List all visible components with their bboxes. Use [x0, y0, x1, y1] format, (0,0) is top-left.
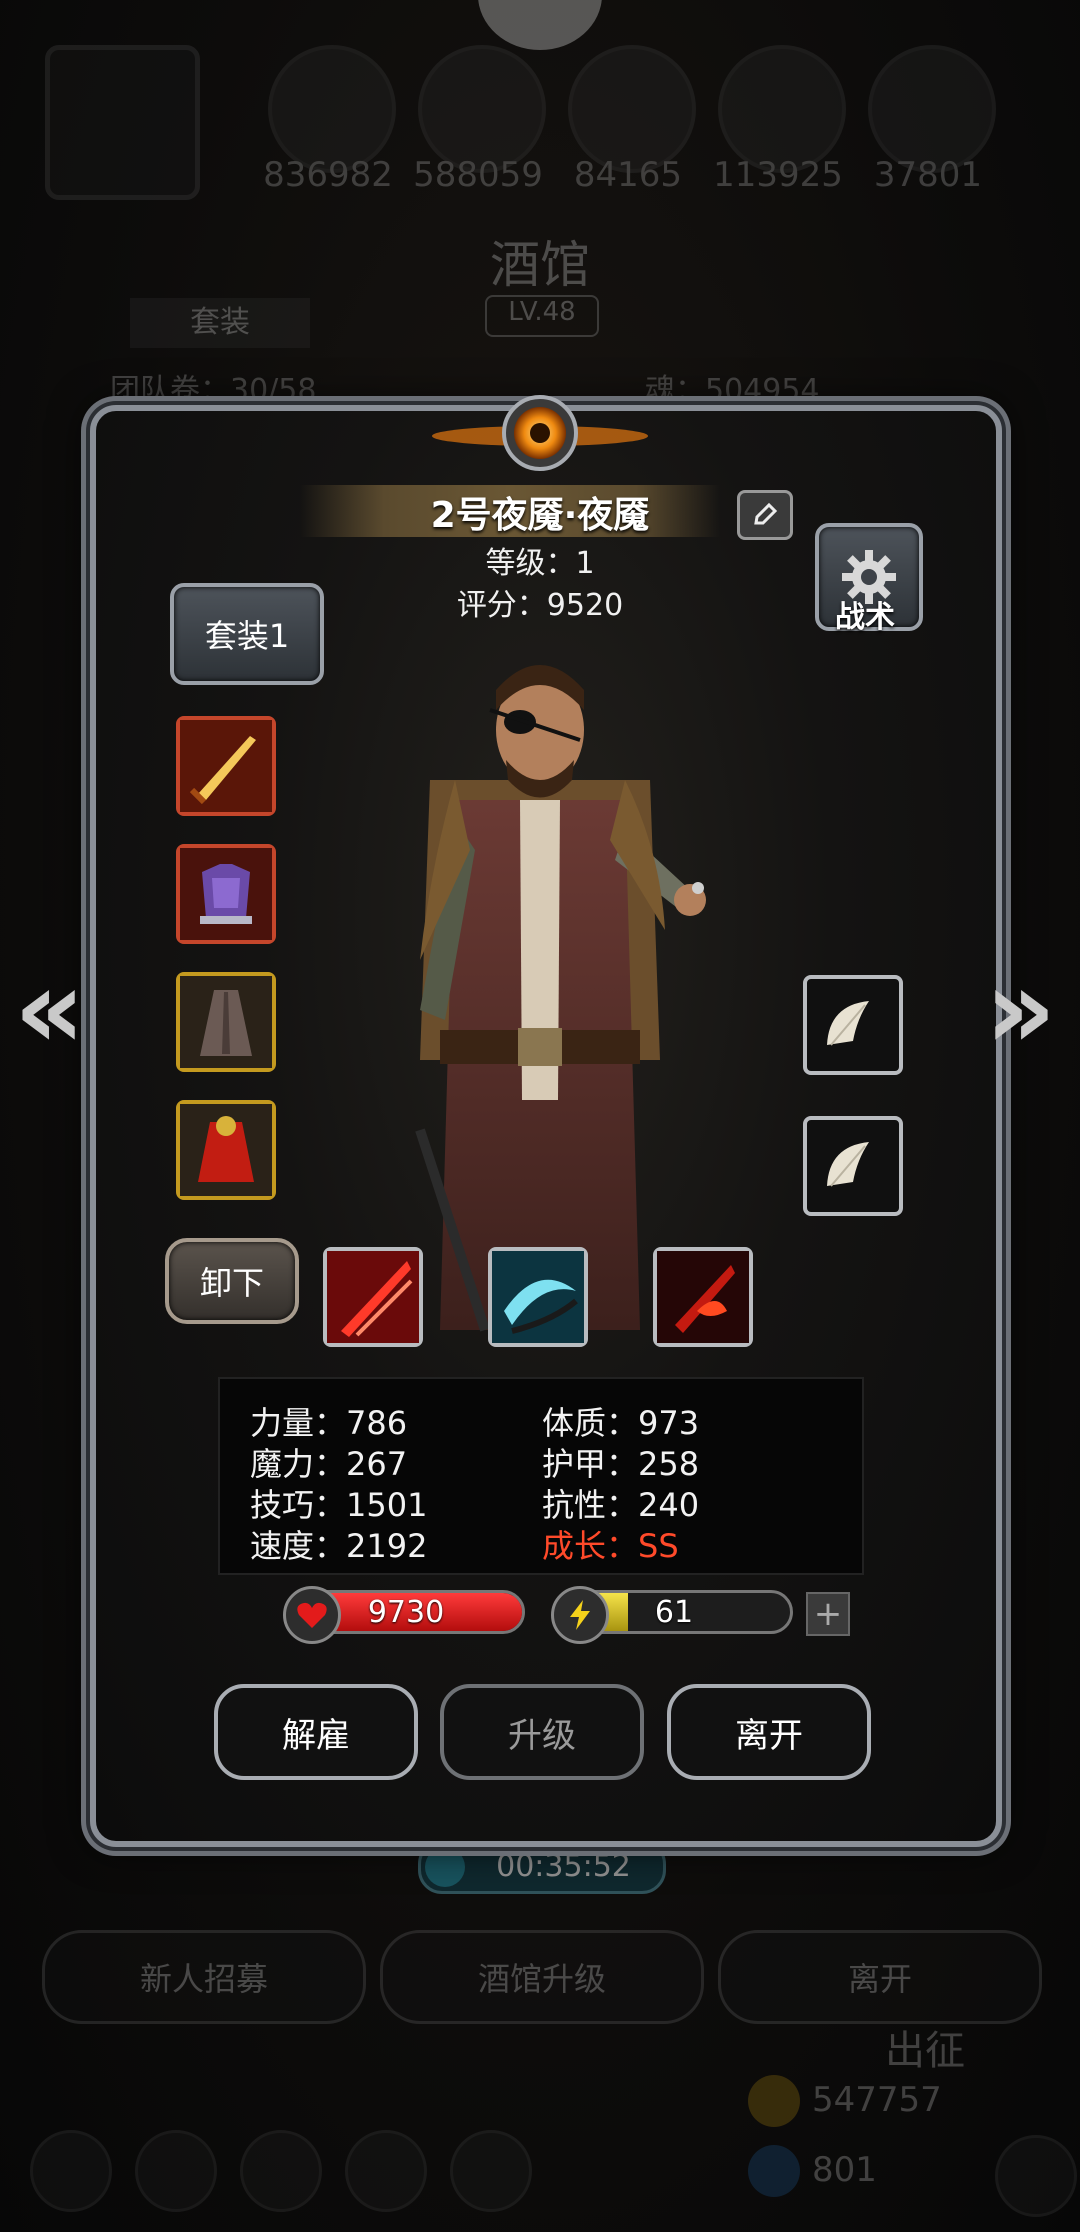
gem-count: 801	[812, 2150, 877, 2190]
leave-tavern-button[interactable]: 离开	[718, 1930, 1042, 2024]
prev-hero-arrow-icon[interactable]: «	[14, 945, 85, 1073]
menu-icon[interactable]	[30, 2130, 112, 2212]
hero-portrait-icon[interactable]	[45, 45, 200, 200]
tavern-level: LV.48	[485, 295, 599, 337]
add-energy-button[interactable]: +	[806, 1592, 850, 1636]
resource-icon	[568, 45, 696, 173]
fire-blade-icon	[657, 1251, 749, 1343]
menu-icon[interactable]	[135, 2130, 217, 2212]
ice-slash-icon	[492, 1251, 584, 1343]
feather-icon	[827, 1142, 869, 1187]
tavern-title: 酒馆	[490, 236, 590, 294]
menu-icon[interactable]	[345, 2130, 427, 2212]
resource-count: 836982	[263, 155, 393, 195]
expedition-label[interactable]: 出征	[885, 2018, 965, 2076]
gold-count: 547757	[812, 2080, 942, 2120]
add-icon[interactable]	[995, 2135, 1077, 2217]
gold-icon	[748, 2075, 800, 2127]
resource-count: 84165	[573, 155, 683, 195]
clock-icon	[425, 1847, 465, 1887]
resource-icon	[268, 45, 396, 173]
stat-growth: 成长：SS	[542, 1527, 679, 1565]
crest-emblem-icon	[432, 395, 648, 471]
lightning-icon	[551, 1586, 609, 1644]
dagger-icon	[180, 720, 272, 812]
tavern-upgrade-button[interactable]: 酒馆升级	[380, 1930, 704, 2024]
skill-slot-feather-2[interactable]	[803, 1116, 903, 1216]
skill-slot-feather-1[interactable]	[803, 975, 903, 1075]
suit-button[interactable]: 套装1	[170, 583, 324, 685]
recruit-button[interactable]: 新人招募	[42, 1930, 366, 2024]
stat-speed: 速度：2192	[250, 1527, 428, 1565]
menu-icon[interactable]	[450, 2130, 532, 2212]
resource-icon	[718, 45, 846, 173]
resource-icon	[418, 45, 546, 173]
equip-slot-accessory[interactable]	[176, 1100, 276, 1200]
red-cape-icon	[180, 1104, 272, 1196]
hero-name: 2号夜魇·夜魇	[430, 495, 650, 536]
resource-count: 588059	[413, 155, 543, 195]
hero-score: 评分：9520	[456, 588, 624, 623]
timer-bar: 00:35:52	[418, 1840, 666, 1894]
stat-armor: 护甲：258	[542, 1445, 700, 1483]
feather-icon	[827, 1001, 869, 1046]
stat-resistance: 抗性：240	[542, 1486, 700, 1524]
stat-constitution: 体质：973	[542, 1404, 700, 1442]
gem-icon	[748, 2145, 800, 2197]
hero-level: 等级：1	[485, 546, 595, 581]
heart-icon	[283, 1586, 341, 1644]
red-slash-icon	[327, 1251, 419, 1343]
upgrade-button[interactable]: 升级	[440, 1684, 644, 1780]
equip-slot-armor[interactable]	[176, 844, 276, 944]
tactics-label: 战术	[835, 600, 895, 635]
equip-slot-weapon[interactable]	[176, 716, 276, 816]
timer-text: 00:35:52	[496, 1849, 631, 1884]
stat-strength: 力量：786	[250, 1404, 408, 1442]
resource-count: 37801	[873, 155, 983, 195]
skill-slot-1[interactable]	[323, 1247, 423, 1347]
leave-button[interactable]: 离开	[667, 1684, 871, 1780]
stat-skill: 技巧：1501	[250, 1486, 428, 1524]
suit-tab[interactable]: 套装	[130, 298, 310, 348]
edit-name-icon[interactable]	[737, 490, 793, 540]
cloak-icon	[180, 976, 272, 1068]
equip-slot-cloak[interactable]	[176, 972, 276, 1072]
stat-magic: 魔力：267	[250, 1445, 408, 1483]
menu-icon[interactable]	[240, 2130, 322, 2212]
skill-slot-3[interactable]	[653, 1247, 753, 1347]
resource-icon	[868, 45, 996, 173]
team-counter: 团队卷：30/58	[110, 373, 317, 408]
armor-icon	[180, 848, 272, 940]
skill-slot-2[interactable]	[488, 1247, 588, 1347]
dismiss-button[interactable]: 解雇	[214, 1684, 418, 1780]
resource-count: 113925	[713, 155, 843, 195]
next-hero-arrow-icon[interactable]: »	[985, 945, 1056, 1073]
soul-counter: 魂：504954	[645, 373, 820, 408]
unequip-button[interactable]: 卸下	[165, 1238, 299, 1324]
